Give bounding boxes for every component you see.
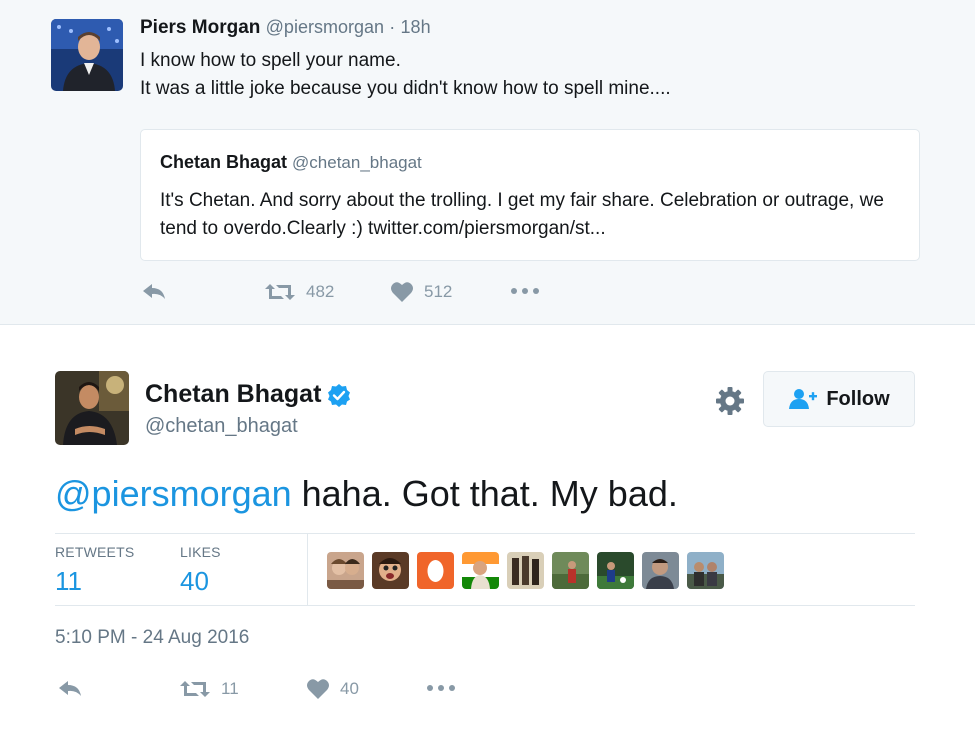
tweet-timestamp[interactable]: 5:10 PM - 24 Aug 2016	[55, 627, 249, 649]
liker-avatar[interactable]	[507, 552, 544, 589]
retweet-button[interactable]: 11	[179, 678, 239, 700]
add-user-icon	[789, 389, 818, 409]
reply-icon	[143, 284, 165, 299]
retweets-stat[interactable]: RETWEETS 11	[55, 544, 134, 597]
like-button[interactable]: 512	[390, 281, 452, 303]
quoted-author-name: Chetan Bhagat	[160, 152, 288, 172]
avatar[interactable]	[55, 371, 129, 445]
gear-icon	[716, 387, 744, 415]
follow-label: Follow	[826, 387, 890, 410]
quoted-header: Chetan Bhagat @chetan_bhagat	[160, 152, 422, 173]
reply-icon	[59, 681, 81, 696]
retweet-button[interactable]: 482	[264, 281, 334, 303]
avatar[interactable]	[51, 19, 123, 91]
tweet-text-line: It was a little joke because you didn't …	[140, 78, 671, 99]
more-button[interactable]	[510, 287, 540, 295]
retweet-count: 482	[306, 282, 335, 301]
liker-avatar[interactable]	[417, 552, 454, 589]
mention-link[interactable]: @piersmorgan	[55, 473, 292, 514]
more-button[interactable]	[426, 684, 456, 692]
retweet-icon	[180, 681, 210, 697]
liker-avatar[interactable]	[642, 552, 679, 589]
verified-badge-icon	[328, 383, 351, 407]
author-name-row: Chetan Bhagat	[145, 380, 351, 409]
reply-button[interactable]	[141, 282, 167, 302]
separator: ·	[389, 17, 396, 37]
parent-tweet[interactable]: Piers Morgan @piersmorgan · 18h I know h…	[0, 0, 975, 325]
tweet-text: I know how to spell your name. It was a …	[140, 47, 940, 103]
heart-icon	[307, 679, 329, 699]
author-name[interactable]: Piers Morgan	[140, 17, 260, 38]
quoted-text: It's Chetan. And sorry about the trollin…	[160, 190, 884, 239]
author-handle[interactable]: @chetan_bhagat	[145, 415, 298, 438]
liker-avatar[interactable]	[327, 552, 364, 589]
stats-divider	[307, 534, 308, 606]
liker-avatar[interactable]	[687, 552, 724, 589]
liker-avatar[interactable]	[552, 552, 589, 589]
like-count: 512	[424, 282, 453, 301]
liker-avatar[interactable]	[372, 552, 409, 589]
likes-count: 40	[180, 566, 209, 596]
quoted-author-handle: @chetan_bhagat	[292, 153, 422, 172]
tweet-time[interactable]: 18h	[401, 17, 431, 37]
liker-avatar[interactable]	[597, 552, 634, 589]
liker-avatar[interactable]	[462, 552, 499, 589]
likes-stat[interactable]: LIKES 40	[180, 544, 221, 597]
tweet-body: haha. Got that. My bad.	[291, 473, 678, 514]
author-name[interactable]: Chetan Bhagat	[145, 380, 321, 409]
heart-icon	[391, 282, 413, 302]
more-icon	[427, 685, 455, 691]
tweet-header: Piers Morgan @piersmorgan · 18h	[140, 17, 431, 39]
retweet-count: 11	[221, 679, 239, 698]
more-icon	[511, 288, 539, 294]
liker-avatars	[327, 552, 724, 589]
follow-button[interactable]: Follow	[763, 371, 915, 427]
author-handle[interactable]: @piersmorgan	[266, 17, 384, 37]
retweet-icon	[265, 284, 295, 300]
tweet-text: @piersmorgan haha. Got that. My bad.	[55, 470, 678, 518]
like-count: 40	[340, 679, 359, 698]
tweet-stats: RETWEETS 11 LIKES 40	[55, 533, 915, 606]
reply-button[interactable]	[57, 679, 83, 699]
tweet-text-line: I know how to spell your name.	[140, 50, 401, 71]
settings-button[interactable]	[714, 385, 746, 417]
likes-label: LIKES	[180, 544, 221, 560]
like-button[interactable]: 40	[306, 678, 359, 700]
retweets-label: RETWEETS	[55, 544, 135, 560]
retweets-count: 11	[55, 566, 82, 596]
quoted-tweet[interactable]: Chetan Bhagat @chetan_bhagat It's Chetan…	[140, 129, 920, 261]
